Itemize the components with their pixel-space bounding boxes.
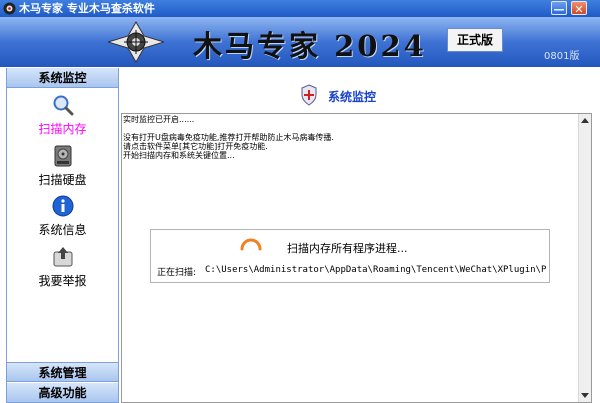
sidebar-header-advanced[interactable]: 高级功能 (7, 383, 118, 403)
window-title: 木马专家 专业木马查杀软件 (19, 2, 155, 15)
sidebar: 系统监控 扫描内存 扫描硬盘 系统信息 我要举报 系统管理 高级功能 (6, 68, 119, 403)
crosshair-logo-icon (108, 20, 164, 64)
log-line: 实时监控已开启...... (123, 115, 195, 124)
scan-progress-dialog: 扫描内存所有程序进程... 正在扫描: C:\Users\Administrat… (150, 229, 550, 283)
sidebar-item-system-info[interactable]: 系统信息 (7, 195, 118, 245)
sidebar-item-label: 我要举报 (38, 274, 87, 288)
magnifier-icon (53, 95, 74, 116)
app-icon (3, 2, 16, 15)
minimize-button[interactable]: — (551, 1, 567, 16)
scroll-down-icon[interactable] (581, 393, 589, 398)
page-title: 系统监控 (328, 90, 377, 104)
log-line: 开始扫描内存和系统关键位置... (123, 151, 235, 160)
scan-status-message: 扫描内存所有程序进程... (287, 242, 408, 255)
sidebar-item-label: 扫描内存 (38, 122, 87, 136)
disk-icon (54, 145, 72, 167)
version-label: 0801版 (544, 51, 580, 62)
minimize-icon: — (553, 3, 565, 16)
edition-badge: 正式版 (447, 28, 503, 52)
banner: 木马专家 2024 正式版 0801版 (0, 17, 600, 67)
title-bar: 木马专家 专业木马查杀软件 — ✕ (0, 0, 600, 17)
scroll-up-icon[interactable] (581, 118, 589, 123)
close-button[interactable]: ✕ (571, 1, 587, 16)
main-header: 系统监控 (118, 84, 590, 112)
loading-spinner-icon (240, 238, 262, 251)
report-icon (53, 247, 73, 267)
sidebar-item-report[interactable]: 我要举报 (7, 246, 118, 296)
shield-icon (301, 84, 317, 106)
scan-current-path: C:\Users\Administrator\AppData\Roaming\T… (205, 265, 547, 275)
scan-current-label: 正在扫描: (157, 268, 197, 278)
brand-name: 木马专家 2024 (193, 29, 427, 63)
info-icon (52, 195, 74, 217)
sidebar-header-management[interactable]: 系统管理 (7, 362, 118, 382)
close-icon: ✕ (574, 3, 584, 16)
sidebar-item-label: 扫描硬盘 (38, 173, 87, 187)
sidebar-item-scan-disk[interactable]: 扫描硬盘 (7, 145, 118, 195)
log-scrollbar[interactable] (578, 114, 591, 402)
sidebar-header-monitor[interactable]: 系统监控 (7, 68, 118, 88)
sidebar-item-scan-memory[interactable]: 扫描内存 (7, 94, 118, 144)
sidebar-item-label: 系统信息 (38, 223, 87, 237)
